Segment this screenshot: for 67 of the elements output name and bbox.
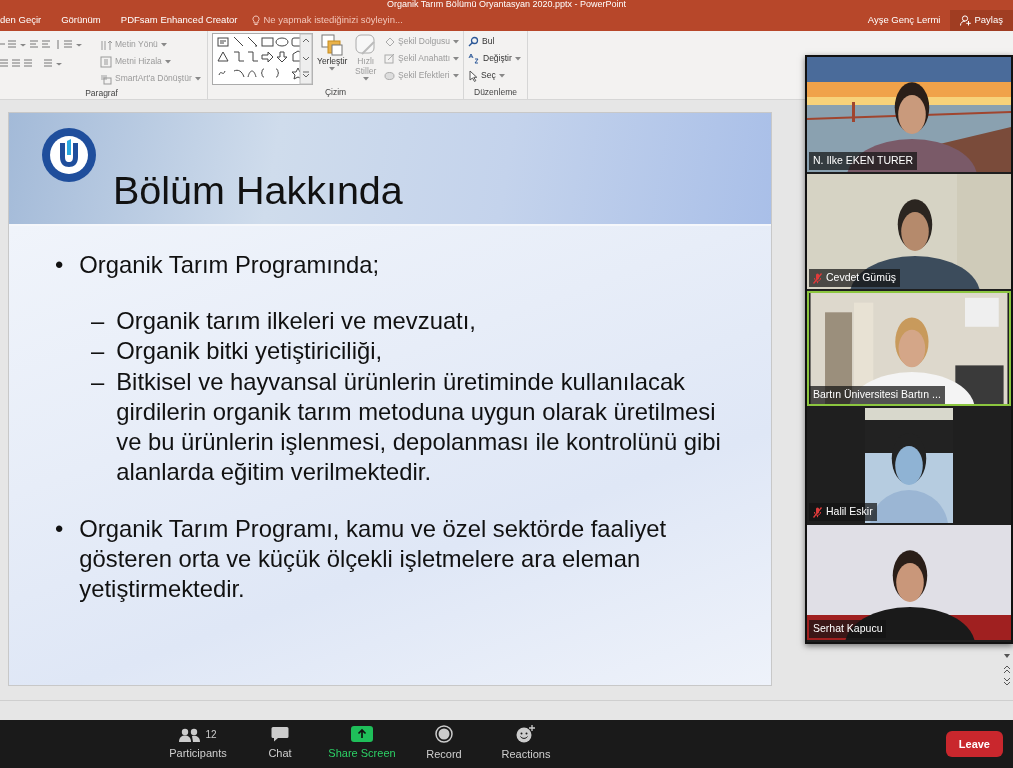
arrange-icon — [320, 33, 345, 57]
text-direction-icon — [100, 38, 112, 51]
sub-bullet-marker: – — [91, 336, 105, 367]
tell-me-search[interactable]: Ne yapmak istediğinizi söyleyin... — [251, 13, 403, 28]
previous-slide-icon — [1003, 665, 1011, 674]
caret-icon — [329, 66, 336, 71]
group-label: Paragraf — [84, 87, 119, 100]
ribbon-tab[interactable]: PDFsam Enhanced Creator — [110, 13, 248, 28]
caret-icon — [194, 76, 201, 81]
shapes-gallery-drawing[interactable] — [212, 33, 313, 85]
ribbon-command[interactable]: Seç — [468, 67, 521, 84]
ribbon-tab[interactable]: den Geçir — [0, 13, 52, 28]
bullet-marker: • — [55, 513, 64, 544]
person-add-icon — [960, 15, 972, 26]
participant-name: Halil Eskir — [826, 504, 873, 520]
university-logo — [41, 127, 97, 183]
caret-icon — [160, 42, 167, 47]
ribbon-command[interactable]: Yerleştir — [317, 33, 348, 86]
replace-icon — [468, 52, 480, 65]
search-icon — [468, 36, 479, 47]
user-name: Ayşe Genç Lermi — [867, 13, 941, 28]
toolbar-button[interactable]: Record — [408, 725, 480, 763]
cursor-icon — [468, 69, 478, 82]
bullet-marker: • — [55, 250, 64, 280]
slide-title: Bölüm Hakkında — [113, 170, 403, 210]
bullet-text: Organik Tarım Programı, kamu ve özel sektörde faaliyet gösteren orta ve küçük ölçekli işletmelere ara eleman yetiştirmektedir. — [79, 513, 668, 604]
share-button[interactable]: Paylaş — [950, 10, 1013, 31]
participant-name: Serhat Kapucu — [813, 621, 883, 637]
smartart-icon — [100, 72, 112, 85]
bullet-text: Bitkisel ve hayvansal ürünlerin üretiminde kullanılacak girdilerin organik tarım metoduna uygun olarak üretilmesi ve bu ürünlerin işlenmesi, depolanması ile kontrolünü gibi alanlarda eğitim verilmektedir. — [116, 366, 722, 488]
chat-icon — [271, 726, 289, 743]
caret-icon — [452, 73, 459, 78]
sub-bullet-marker: – — [91, 306, 105, 337]
lightbulb-icon — [251, 15, 260, 26]
group-label: Düzenleme — [473, 86, 518, 99]
align-text-icon — [100, 55, 112, 68]
participants-icon — [179, 727, 202, 742]
bullet-text: Organik bitki yetiştiriciliği, — [116, 336, 383, 367]
participant-name: Bartın Üniversitesi Bartın ... — [813, 387, 941, 403]
shape-effects-icon — [384, 70, 395, 81]
toolbar-button[interactable]: 12 Participants — [162, 726, 234, 762]
caret-icon — [362, 76, 369, 81]
participant-count: 12 — [205, 727, 217, 742]
caret-icon — [453, 56, 459, 61]
ribbon-command[interactable]: Bul — [468, 33, 521, 50]
toolbar-button[interactable]: Reactions — [490, 725, 562, 763]
smiley-icon — [516, 725, 536, 744]
toolbar-button[interactable]: Share Screen — [326, 726, 398, 762]
bullet-text: Organik tarım ilkeleri ve mevzuatı, — [116, 306, 476, 337]
bullet-text: Organik Tarım Programında; — [79, 250, 380, 280]
record-icon — [435, 725, 453, 744]
caret-icon — [453, 39, 459, 44]
ribbon-command[interactable]: Değiştir — [468, 50, 521, 67]
ribbon-tab[interactable]: Görünüm — [51, 13, 111, 28]
participant-name: Cevdet Gümüş — [826, 270, 897, 286]
caret-icon — [498, 73, 505, 78]
next-slide-icon — [1003, 677, 1011, 686]
window-title: Organik Tarım Bölümü Oryantasyan 2020.pptx - PowerPoint — [386, 0, 627, 10]
caret-icon — [164, 59, 171, 64]
scroll-down-icon — [1003, 652, 1011, 660]
participant-name: N. Ilke EKEN TURER — [813, 153, 914, 169]
leave-button[interactable]: Leave — [945, 730, 1003, 758]
share-screen-icon — [351, 726, 373, 743]
toolbar-button[interactable]: Chat — [244, 726, 316, 762]
sub-bullet-marker: – — [91, 366, 105, 397]
caret-icon — [514, 56, 521, 61]
group-label: Çizim — [323, 86, 348, 99]
